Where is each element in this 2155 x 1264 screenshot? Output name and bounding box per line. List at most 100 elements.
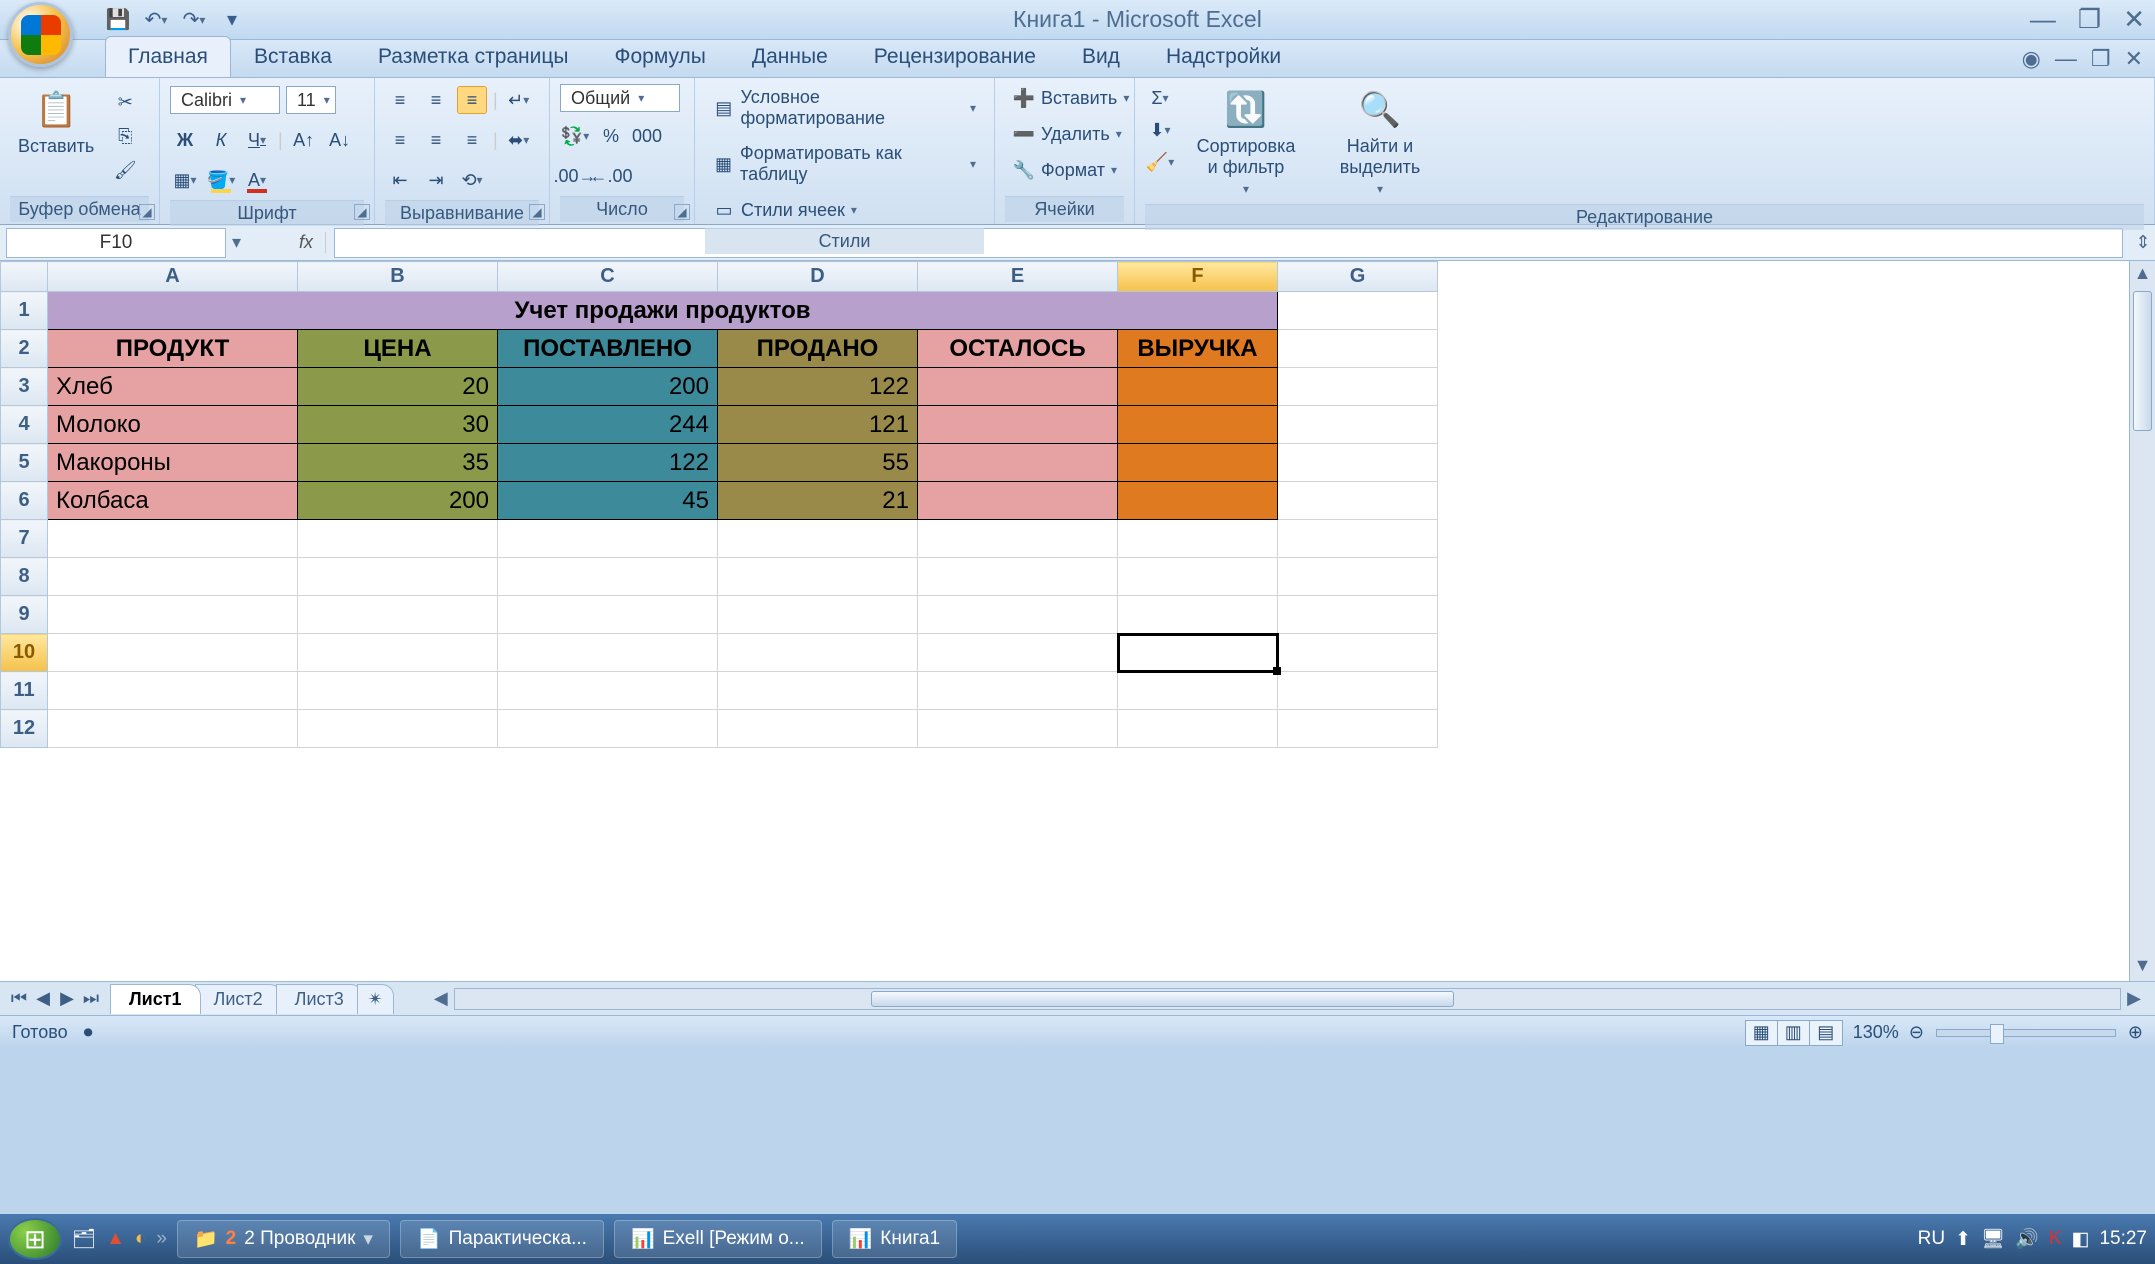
formula-bar-expand-icon[interactable]: ⇕ [2131, 232, 2155, 253]
tab-prev-icon[interactable]: ◀ [32, 988, 54, 1009]
col-header-E[interactable]: E [918, 262, 1118, 292]
cell[interactable]: Хлеб [48, 368, 298, 406]
taskbar-item[interactable]: 📁22 Проводник▾ [177, 1220, 390, 1258]
ribbon-close-button[interactable]: ✕ [2125, 46, 2143, 72]
cell[interactable]: ОСТАЛОСЬ [918, 330, 1118, 368]
cell[interactable]: 122 [498, 444, 718, 482]
tray-icon[interactable]: K [2049, 1228, 2062, 1250]
cell[interactable] [1118, 368, 1278, 406]
number-launcher-icon[interactable]: ◢ [674, 204, 690, 220]
row-header-12[interactable]: 12 [1, 710, 48, 748]
number-format-combo[interactable]: Общий [560, 84, 680, 112]
cell[interactable]: 121 [718, 406, 918, 444]
decrease-decimal-button[interactable]: ←.00 [596, 162, 626, 190]
vertical-scrollbar[interactable]: ▲ ▼ [2129, 261, 2155, 981]
cell[interactable] [918, 482, 1118, 520]
zoom-in-button[interactable]: ⊕ [2128, 1022, 2143, 1043]
underline-button[interactable]: Ч [242, 126, 272, 154]
cell[interactable] [1118, 672, 1278, 710]
paste-button[interactable]: 📋 Вставить [10, 84, 102, 161]
cell[interactable]: 21 [718, 482, 918, 520]
row-header-11[interactable]: 11 [1, 672, 48, 710]
cell[interactable]: 55 [718, 444, 918, 482]
cell[interactable] [498, 672, 718, 710]
close-button[interactable]: ✕ [2123, 4, 2145, 35]
scroll-thumb[interactable] [2133, 291, 2152, 431]
taskbar-item[interactable]: 📊Книга1 [832, 1220, 958, 1258]
cell[interactable] [48, 558, 298, 596]
font-size-combo[interactable]: 11 [286, 86, 336, 114]
cell[interactable] [48, 596, 298, 634]
align-right-button[interactable]: ≡ [457, 126, 487, 154]
sheet-tab-3[interactable]: Лист3 [276, 984, 363, 1014]
quick-launch-icon[interactable]: 🗂 [72, 1227, 96, 1251]
format-cells-button[interactable]: 🔧Формат [1005, 156, 1124, 184]
spreadsheet-grid[interactable]: A B C D E F G 1 Учет продажи продуктов 2… [0, 261, 1438, 748]
delete-cells-button[interactable]: ➖Удалить [1005, 120, 1124, 148]
name-box-dropdown-icon[interactable]: ▾ [226, 232, 247, 253]
cell[interactable] [718, 596, 918, 634]
clock[interactable]: 15:27 [2099, 1228, 2147, 1250]
merge-button[interactable]: ⬌ [504, 126, 534, 154]
ribbon-restore-button[interactable]: ❐ [2091, 46, 2111, 72]
cell[interactable] [1118, 596, 1278, 634]
normal-view-button[interactable]: ▦ [1746, 1021, 1778, 1045]
cell[interactable]: Колбаса [48, 482, 298, 520]
tab-review[interactable]: Рецензирование [851, 36, 1059, 77]
cell[interactable]: 244 [498, 406, 718, 444]
taskbar-item[interactable]: 📄Парактическа... [400, 1220, 604, 1258]
cell[interactable]: 200 [498, 368, 718, 406]
increase-decimal-button[interactable]: .00→ [560, 162, 590, 190]
align-bottom-button[interactable]: ≡ [457, 86, 487, 114]
orientation-button[interactable]: ⟲ [457, 166, 487, 194]
row-header-1[interactable]: 1 [1, 292, 48, 330]
hscroll-right-icon[interactable]: ▶ [2121, 988, 2147, 1009]
row-header-6[interactable]: 6 [1, 482, 48, 520]
fill-button[interactable]: ⬇ [1145, 116, 1175, 144]
cell[interactable] [498, 634, 718, 672]
cell[interactable] [1118, 558, 1278, 596]
cell[interactable] [918, 672, 1118, 710]
cell[interactable] [1118, 520, 1278, 558]
col-header-D[interactable]: D [718, 262, 918, 292]
font-name-combo[interactable]: Calibri [170, 86, 280, 114]
font-color-button[interactable]: A [242, 166, 272, 194]
col-header-F[interactable]: F [1118, 262, 1278, 292]
cell[interactable] [918, 634, 1118, 672]
cell[interactable]: Молоко [48, 406, 298, 444]
format-as-table-button[interactable]: ▦Форматировать как таблицу [705, 140, 984, 188]
cell[interactable] [918, 368, 1118, 406]
row-header-10[interactable]: 10 [1, 634, 48, 672]
page-layout-view-button[interactable]: ▥ [1778, 1021, 1810, 1045]
cell[interactable] [1278, 558, 1438, 596]
cell-title[interactable]: Учет продажи продуктов [48, 292, 1278, 330]
sort-filter-button[interactable]: 🔃 Сортировка и фильтр [1183, 84, 1309, 200]
restore-button[interactable]: ❐ [2078, 4, 2101, 35]
cell[interactable] [1278, 710, 1438, 748]
copy-button[interactable]: ⎘ [110, 122, 140, 150]
cell-styles-button[interactable]: ▭Стили ячеек [705, 196, 984, 224]
cell[interactable] [918, 444, 1118, 482]
cell[interactable] [298, 520, 498, 558]
ribbon-minimize-button[interactable]: — [2055, 46, 2077, 72]
cell[interactable]: Макороны [48, 444, 298, 482]
cell[interactable] [1278, 634, 1438, 672]
italic-button[interactable]: К [206, 126, 236, 154]
cell[interactable]: ПРОДАНО [718, 330, 918, 368]
qat-customize-icon[interactable]: ▾ [219, 7, 245, 33]
cell[interactable] [718, 634, 918, 672]
percent-button[interactable]: % [596, 122, 626, 150]
page-break-view-button[interactable]: ▤ [1810, 1021, 1842, 1045]
cell[interactable]: ЦЕНА [298, 330, 498, 368]
tab-data[interactable]: Данные [729, 36, 851, 77]
align-middle-button[interactable]: ≡ [421, 86, 451, 114]
hscroll-left-icon[interactable]: ◀ [428, 988, 454, 1009]
increase-indent-button[interactable]: ⇥ [421, 166, 451, 194]
cell[interactable] [918, 406, 1118, 444]
tab-layout[interactable]: Разметка страницы [355, 36, 592, 77]
cell[interactable] [918, 520, 1118, 558]
cell[interactable] [1278, 596, 1438, 634]
cell[interactable]: 35 [298, 444, 498, 482]
col-header-C[interactable]: C [498, 262, 718, 292]
grow-font-button[interactable]: A↑ [289, 126, 319, 154]
